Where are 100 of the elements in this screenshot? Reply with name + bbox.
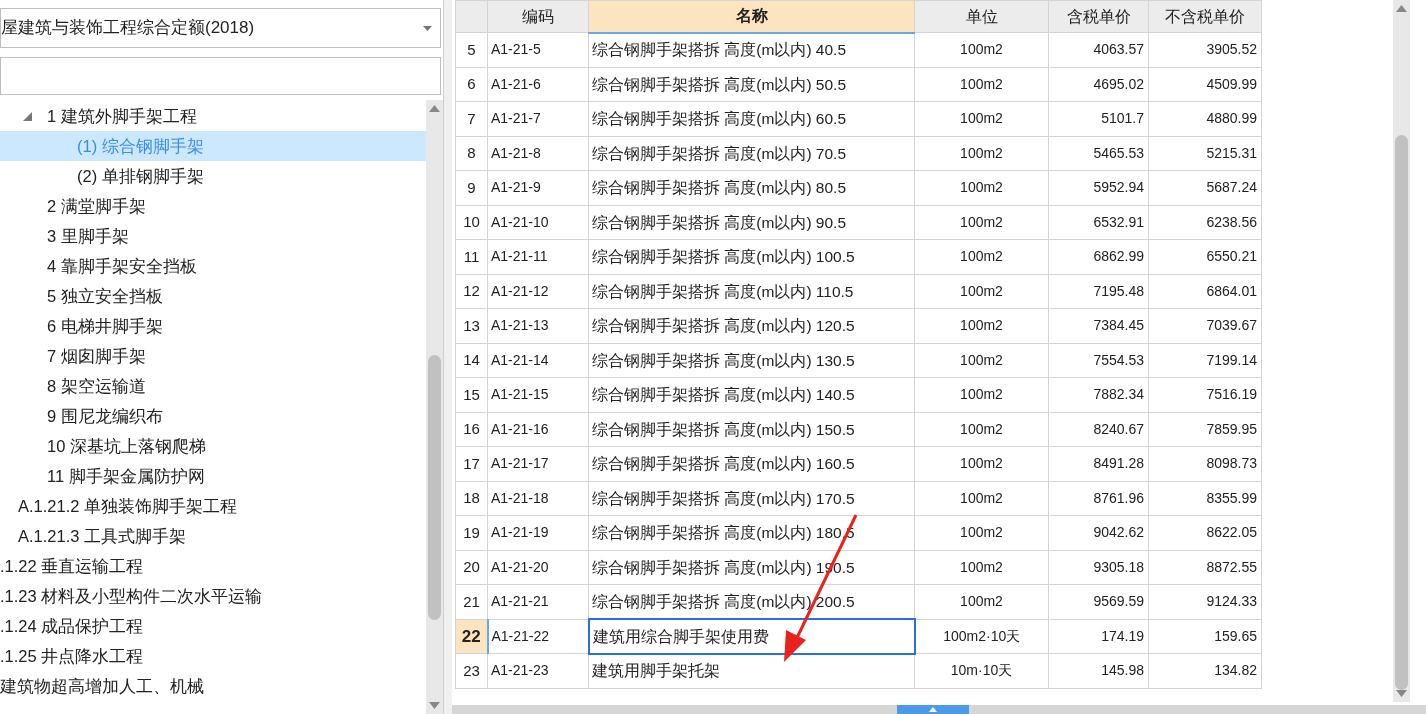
table-cell: 100m2 bbox=[914, 343, 1049, 378]
table-cell: 4509.99 bbox=[1148, 67, 1262, 102]
row-number[interactable]: 21 bbox=[455, 584, 488, 619]
horizontal-scrollbar[interactable] bbox=[452, 705, 1426, 714]
library-dropdown[interactable]: 屋建筑与装饰工程综合定额(2018) bbox=[0, 8, 441, 48]
row-number[interactable]: 7 bbox=[455, 101, 488, 136]
table-cell: 综合钢脚手架搭拆 高度(m以内) 130.5 bbox=[588, 343, 915, 378]
table-cell: 6238.56 bbox=[1148, 205, 1262, 240]
table-cell: A1-21-11 bbox=[487, 239, 589, 274]
tree-item[interactable]: (2) 单排钢脚手架 bbox=[0, 161, 426, 191]
row-number[interactable]: 12 bbox=[455, 274, 488, 309]
table-cell: 100m2·10天 bbox=[914, 619, 1049, 654]
row-number[interactable]: 13 bbox=[455, 308, 488, 343]
table-cell: 5465.53 bbox=[1048, 136, 1149, 171]
scroll-up-icon[interactable] bbox=[429, 105, 440, 112]
tree-item[interactable]: 5 独立安全挡板 bbox=[0, 281, 426, 311]
tree-item[interactable]: 10 深基坑上落钢爬梯 bbox=[0, 431, 426, 461]
row-number[interactable]: 18 bbox=[455, 481, 488, 516]
vertical-scrollbar[interactable] bbox=[426, 100, 443, 714]
tree-item[interactable]: A.1.21.3 工具式脚手架 bbox=[0, 521, 426, 551]
scrollbar-thumb[interactable] bbox=[897, 705, 969, 714]
table-cell: A1-21-23 bbox=[487, 653, 589, 688]
tree-item[interactable]: 8 架空运输道 bbox=[0, 371, 426, 401]
row-number[interactable]: 14 bbox=[455, 343, 488, 378]
row-number[interactable]: 17 bbox=[455, 446, 488, 481]
table-cell: 综合钢脚手架搭拆 高度(m以内) 80.5 bbox=[588, 170, 915, 205]
table-cell: 综合钢脚手架搭拆 高度(m以内) 40.5 bbox=[588, 32, 915, 67]
table-cell: 100m2 bbox=[914, 308, 1049, 343]
tree-item[interactable]: 3 里脚手架 bbox=[0, 221, 426, 251]
search-field[interactable] bbox=[0, 57, 441, 95]
table-cell: 7199.14 bbox=[1148, 343, 1262, 378]
table-cell: 7516.19 bbox=[1148, 377, 1262, 412]
tree-item[interactable]: .1.22 垂直运输工程 bbox=[0, 551, 426, 581]
table-cell: 综合钢脚手架搭拆 高度(m以内) 150.5 bbox=[588, 412, 915, 447]
table-cell: 8872.55 bbox=[1148, 550, 1262, 585]
scroll-down-icon[interactable] bbox=[429, 702, 440, 709]
tree-item[interactable]: .1.25 井点降水工程 bbox=[0, 641, 426, 671]
table-cell: 7195.48 bbox=[1048, 274, 1149, 309]
tree-item[interactable]: .1.24 成品保护工程 bbox=[0, 611, 426, 641]
column-header[interactable]: 编码 bbox=[487, 0, 589, 33]
table-cell: 7554.53 bbox=[1048, 343, 1149, 378]
table-cell: 145.98 bbox=[1048, 653, 1149, 688]
row-number[interactable]: 11 bbox=[455, 239, 488, 274]
tree-item[interactable]: 7 烟囱脚手架 bbox=[0, 341, 426, 371]
row-number[interactable]: 5 bbox=[455, 32, 488, 67]
column-header[interactable]: 单位 bbox=[914, 0, 1049, 33]
table-cell: 6864.01 bbox=[1148, 274, 1262, 309]
column-header[interactable]: 含税单价 bbox=[1048, 0, 1149, 33]
table-cell: 100m2 bbox=[914, 584, 1049, 619]
scrollbar-thumb[interactable] bbox=[428, 355, 441, 620]
row-number[interactable]: 16 bbox=[455, 412, 488, 447]
table-cell: 9305.18 bbox=[1048, 550, 1149, 585]
table-cell: 综合钢脚手架搭拆 高度(m以内) 170.5 bbox=[588, 481, 915, 516]
tree-item[interactable]: 2 满堂脚手架 bbox=[0, 191, 426, 221]
scroll-up-icon[interactable] bbox=[1396, 5, 1407, 12]
row-number[interactable]: 15 bbox=[455, 377, 488, 412]
table-cell: 174.19 bbox=[1048, 619, 1149, 654]
column-header[interactable]: 不含税单价 bbox=[1148, 0, 1262, 33]
row-number[interactable]: 20 bbox=[455, 550, 488, 585]
table-cell: 6862.99 bbox=[1048, 239, 1149, 274]
dropdown-value: 屋建筑与装饰工程综合定额(2018) bbox=[1, 17, 255, 40]
table-cell: A1-21-21 bbox=[487, 584, 589, 619]
tree-item[interactable]: 6 电梯井脚手架 bbox=[0, 311, 426, 341]
table-cell: A1-21-10 bbox=[487, 205, 589, 240]
row-number[interactable]: 8 bbox=[455, 136, 488, 171]
expanded-triangle-icon[interactable] bbox=[23, 111, 32, 121]
table-cell: 10m·10天 bbox=[914, 653, 1049, 688]
table-cell: 5952.94 bbox=[1048, 170, 1149, 205]
table-cell: 6532.91 bbox=[1048, 205, 1149, 240]
table-cell: 100m2 bbox=[914, 412, 1049, 447]
table-cell: 综合钢脚手架搭拆 高度(m以内) 50.5 bbox=[588, 67, 915, 102]
row-number[interactable]: 22 bbox=[455, 619, 488, 654]
row-number[interactable]: 6 bbox=[455, 67, 488, 102]
table-cell: 100m2 bbox=[914, 274, 1049, 309]
tree-item[interactable]: 9 围尼龙编织布 bbox=[0, 401, 426, 431]
table-cell: 5215.31 bbox=[1148, 136, 1262, 171]
table-cell: A1-21-20 bbox=[487, 550, 589, 585]
dropdown-caret-icon bbox=[423, 25, 432, 31]
table-cell: 综合钢脚手架搭拆 高度(m以内) 70.5 bbox=[588, 136, 915, 171]
table-cell: A1-21-7 bbox=[487, 101, 589, 136]
table-cell: A1-21-5 bbox=[487, 32, 589, 67]
table-cell: 4880.99 bbox=[1148, 101, 1262, 136]
table-cell: 8622.05 bbox=[1148, 515, 1262, 550]
table-cell: 综合钢脚手架搭拆 高度(m以内) 100.5 bbox=[588, 239, 915, 274]
table-cell: 7039.67 bbox=[1148, 308, 1262, 343]
column-header[interactable]: 名称 bbox=[588, 0, 915, 33]
tree-item[interactable]: 4 靠脚手架安全挡板 bbox=[0, 251, 426, 281]
tree-item[interactable]: 建筑物超高增加人工、机械 bbox=[0, 671, 426, 701]
row-number[interactable]: 10 bbox=[455, 205, 488, 240]
table-cell: 3905.52 bbox=[1148, 32, 1262, 67]
row-number[interactable]: 9 bbox=[455, 170, 488, 205]
tree-item[interactable]: A.1.21.2 单独装饰脚手架工程 bbox=[0, 491, 426, 521]
table-cell: A1-21-15 bbox=[487, 377, 589, 412]
row-number[interactable]: 23 bbox=[455, 653, 488, 688]
scrollbar-thumb[interactable] bbox=[1395, 135, 1408, 690]
tree-item[interactable]: 1 建筑外脚手架工程 bbox=[0, 101, 426, 131]
tree-item[interactable]: .1.23 材料及小型构件二次水平运输 bbox=[0, 581, 426, 611]
row-number[interactable]: 19 bbox=[455, 515, 488, 550]
vertical-scrollbar[interactable] bbox=[1393, 0, 1410, 702]
tree-item[interactable]: 11 脚手架金属防护网 bbox=[0, 461, 426, 491]
